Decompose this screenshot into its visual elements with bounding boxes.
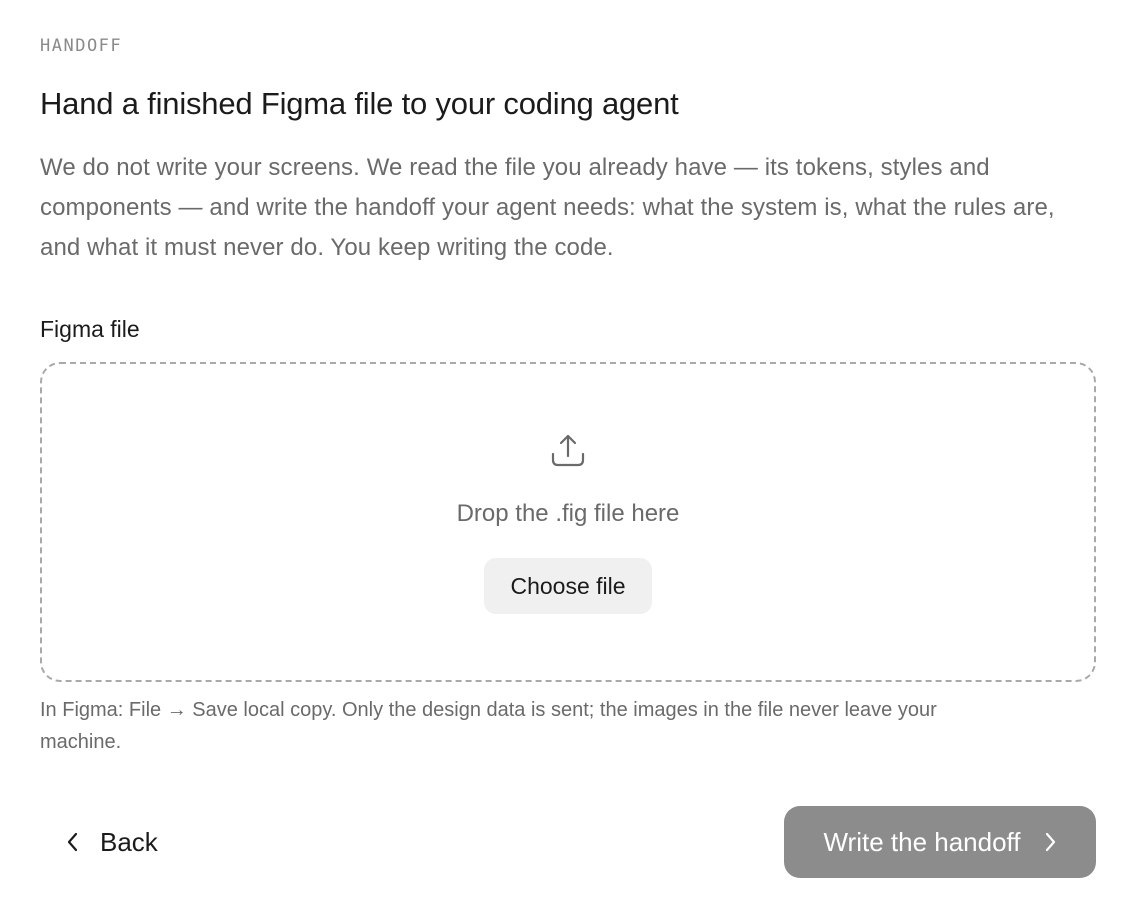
chevron-right-icon <box>1045 832 1055 852</box>
file-dropzone[interactable]: Drop the .fig file here Choose file <box>40 362 1096 682</box>
figma-file-label: Figma file <box>40 316 140 342</box>
upload-hint: In Figma: File → Save local copy. Only t… <box>40 699 937 753</box>
write-handoff-label: Write the handoff <box>823 826 1021 857</box>
drop-instruction: Drop the .fig file here <box>456 500 680 527</box>
choose-file-button[interactable]: Choose file <box>484 558 652 614</box>
page-title: Hand a finished Figma file to your codin… <box>40 86 679 121</box>
eyebrow-label: HANDOFF <box>40 36 123 56</box>
back-button[interactable]: Back <box>64 812 158 872</box>
chevron-left-icon <box>67 832 78 852</box>
upload-icon <box>551 434 585 467</box>
write-handoff-button[interactable]: Write the handoff <box>784 806 1096 878</box>
intro-text: We do not write your screens. We read th… <box>40 154 1055 261</box>
handoff-page: HANDOFF Hand a finished Figma file to yo… <box>40 0 1096 900</box>
back-button-label: Back <box>100 826 158 857</box>
